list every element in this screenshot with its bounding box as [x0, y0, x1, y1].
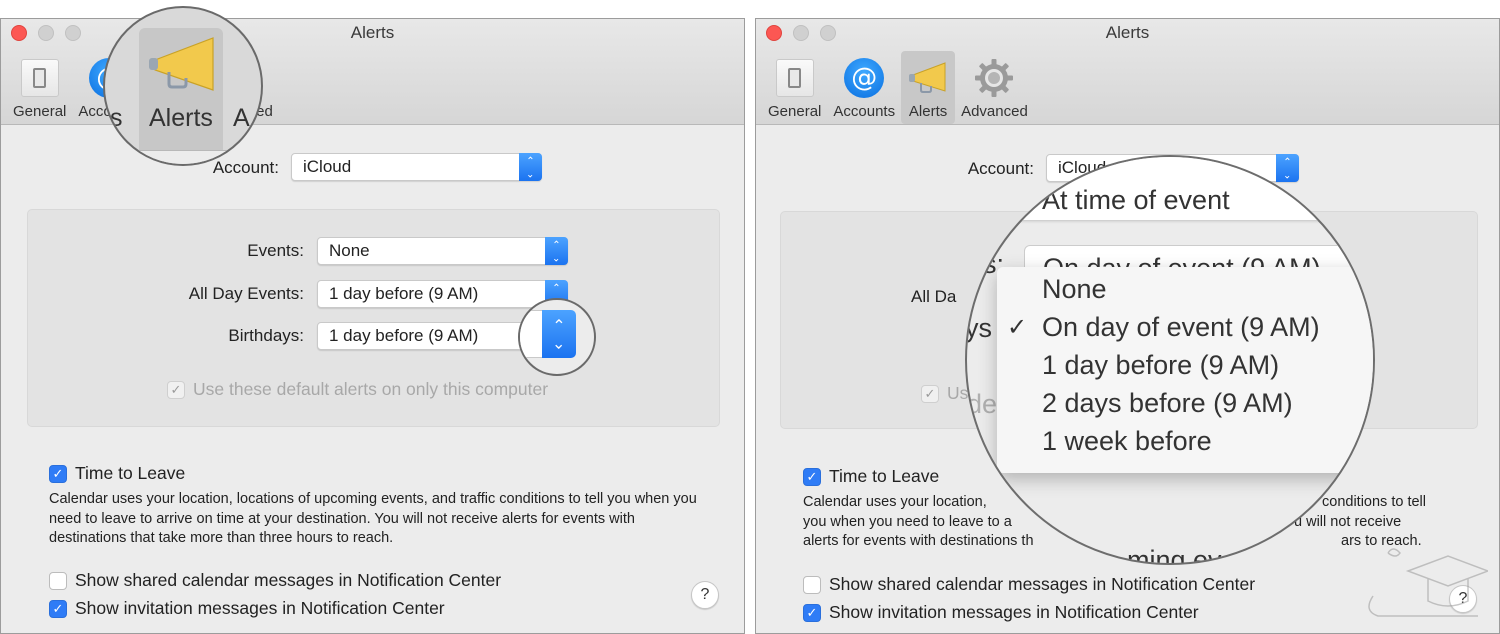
checkbox-check-icon: ✓ [921, 384, 939, 403]
menu-item-1-week-before[interactable]: 1 week before [1042, 426, 1212, 457]
show-invitation-label: Show invitation messages in Notification… [829, 602, 1199, 622]
tab-general[interactable]: General [762, 51, 827, 124]
window-title: Alerts [1105, 23, 1150, 42]
time-to-leave-checkbox[interactable]: ✓ Time to Leave [49, 463, 185, 484]
checkbox-empty-icon [49, 571, 67, 590]
all-day-events-value: 1 day before (9 AM) [329, 284, 479, 303]
show-invitation-checkbox[interactable]: ✓ Show invitation messages in Notificati… [49, 598, 445, 619]
time-to-leave-label: Time to Leave [75, 463, 186, 483]
megaphone-icon [909, 62, 946, 93]
checkbox-empty-icon [803, 575, 821, 594]
tab-label: General [768, 103, 822, 120]
stepper-icon: ⌃⌃ [519, 153, 542, 181]
magnified-label-fragment: de [967, 389, 998, 419]
stepper-icon[interactable]: ⌃ ⌃ [542, 310, 576, 358]
alerts-pane: Account: iCloud ⌃ ⌃ Events: None ⌃ ⌃ All D… [1, 126, 744, 633]
show-shared-calendar-label: Show shared calendar messages in Notific… [829, 574, 1256, 594]
magnified-menu-top-item: At time of event [1042, 185, 1230, 215]
magnifier-alerts-tab: ts Alerts A [103, 6, 263, 166]
checkmark-icon: ✓ [1007, 314, 1028, 341]
magnified-desc-fragment: ming ev [1127, 545, 1222, 565]
birthdays-dropdown-menu: None ✓ On day of event (9 AM) 1 day befo… [997, 267, 1373, 473]
events-value: None [329, 241, 370, 260]
all-day-events-label: All Day Events: [188, 284, 304, 303]
general-switch-icon [775, 59, 814, 97]
checkbox-check-icon: ✓ [803, 603, 821, 622]
default-alerts-group: Events: None ⌃ ⌃ All Day Events: 1 day be… [27, 209, 720, 427]
desc-line-2-right: u will not receive [1294, 514, 1402, 530]
tab-alerts[interactable]: Alerts [901, 51, 956, 124]
menu-item-2-days-before[interactable]: 2 days before (9 AM) [1042, 388, 1293, 419]
menu-item-on-day-of-event[interactable]: On day of event (9 AM) [1042, 312, 1320, 343]
time-to-leave-checkbox[interactable]: ✓ Time to Leave [803, 466, 939, 487]
magnified-alerts-label: Alerts [149, 104, 213, 132]
title-bar: Alerts General @ Accounts Alerts [756, 19, 1499, 125]
show-invitation-label: Show invitation messages in Notification… [75, 598, 445, 618]
events-label: Events: [247, 241, 304, 260]
events-popup[interactable]: None ⌃ ⌃ [317, 237, 568, 265]
account-popup[interactable]: iCloud ⌃⌃ [291, 153, 542, 181]
tab-general[interactable]: General [7, 51, 72, 124]
time-to-leave-description: Calendar uses your location, locations o… [49, 491, 697, 546]
birthdays-label: Birthdays: [228, 326, 304, 345]
window-title: Alerts [350, 23, 395, 42]
show-invitation-checkbox[interactable]: ✓ Show invitation messages in Notificati… [803, 602, 1199, 623]
magnified-popup-edge [520, 310, 544, 358]
tab-label: General [13, 103, 67, 120]
use-default-alerts-checkbox[interactable]: ✓ Use these default alerts on only this … [167, 379, 548, 400]
magnified-label-fragment: ys [965, 313, 992, 343]
stepper-icon: ⌃⌃ [545, 237, 568, 265]
watermark-logo-icon [1368, 548, 1488, 617]
magnifier-birthdays-menu: At time of event On day of event (9 AM) … [965, 155, 1375, 565]
checkbox-check-icon: ✓ [803, 467, 821, 486]
use-default-alerts-checkbox[interactable]: ✓ Us [921, 383, 968, 404]
tab-accounts[interactable]: @ Accounts [827, 51, 901, 124]
tab-label: Advanced [961, 103, 1028, 120]
time-to-leave-label: Time to Leave [829, 466, 940, 486]
tab-label: Alerts [908, 103, 948, 120]
use-default-alerts-label-partial: Us [947, 383, 969, 403]
use-default-alerts-label: Use these default alerts on only this co… [193, 379, 549, 399]
magnifier-birthdays-stepper: ⌃ ⌃ [518, 298, 596, 376]
checkbox-check-icon: ✓ [49, 464, 67, 483]
magnified-accounts-fragment: ts [103, 104, 123, 132]
magnified-advanced-fragment: A [233, 104, 250, 132]
all-day-events-popup[interactable]: 1 day before (9 AM) ⌃⌃ [317, 280, 568, 308]
general-switch-icon [20, 59, 59, 97]
checkbox-check-icon: ✓ [167, 380, 185, 399]
desc-line-1-left: Calendar uses your location, [803, 494, 987, 510]
magnified-pane-bg [105, 151, 261, 164]
desc-line-3-left: alerts for events with destinations th [803, 533, 1034, 549]
menu-item-none[interactable]: None [1042, 274, 1107, 305]
birthdays-value: 1 day before (9 AM) [329, 326, 479, 345]
desc-line-1-right: conditions to tell [1322, 494, 1426, 510]
show-shared-calendar-checkbox[interactable]: Show shared calendar messages in Notific… [803, 574, 1255, 595]
preferences-toolbar: General @ Accounts Alerts [762, 51, 1034, 124]
gear-icon [975, 59, 1014, 97]
show-shared-calendar-label: Show shared calendar messages in Notific… [75, 570, 502, 590]
desc-line-2-left: you when you need to leave to a [803, 514, 1012, 530]
checkbox-check-icon: ✓ [49, 599, 67, 618]
tab-label: Accounts [833, 103, 896, 120]
menu-item-1-day-before[interactable]: 1 day before (9 AM) [1042, 350, 1279, 381]
megaphone-icon [149, 37, 214, 91]
account-value: iCloud [303, 157, 352, 176]
help-button[interactable]: ? [691, 581, 719, 609]
accounts-at-icon: @ [844, 58, 885, 98]
tab-advanced[interactable]: Advanced [955, 51, 1034, 124]
show-shared-calendar-checkbox[interactable]: Show shared calendar messages in Notific… [49, 570, 501, 591]
